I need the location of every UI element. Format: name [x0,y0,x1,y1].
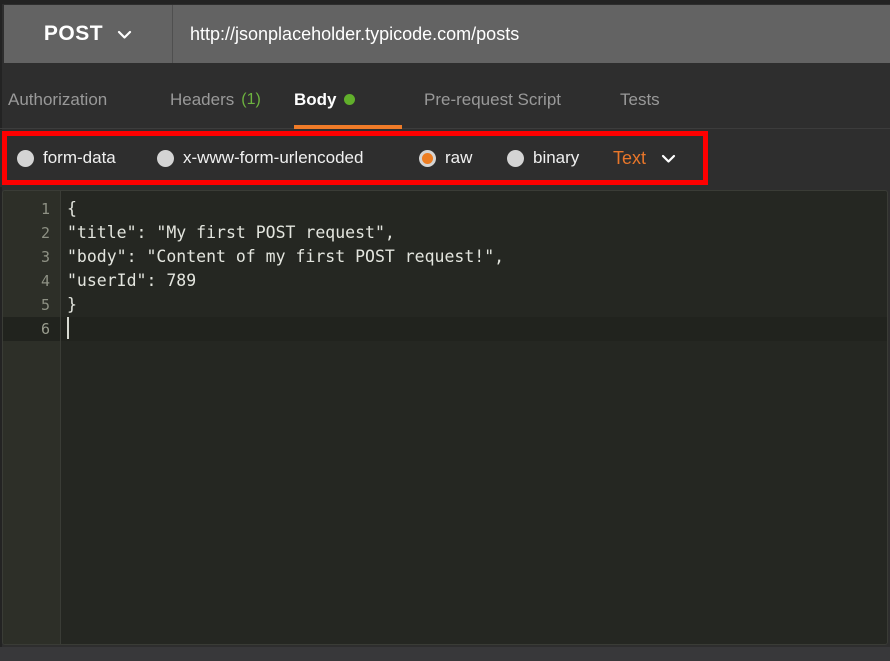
tab-authorization-label: Authorization [8,89,108,109]
chevron-down-icon [117,27,132,42]
tab-headers-count: (1) [241,90,261,108]
code-line: "body": "Content of my first POST reques… [67,247,505,266]
body-type-binary[interactable]: binary [507,143,579,173]
radio-icon[interactable] [507,149,524,167]
request-body-editor[interactable]: 1 2 3 4 5 6 { "title": "My first POST re… [2,190,888,645]
http-method-dropdown[interactable]: POST [4,5,173,63]
code-line: } [67,295,77,314]
body-type-binary-label: binary [533,148,580,167]
raw-format-dropdown[interactable]: Text [613,143,676,173]
body-type-x-www-form-urlencoded-label: x-www-form-urlencoded [183,148,364,167]
editor-line-number-gutter: 1 2 3 4 5 6 [3,191,61,644]
radio-icon[interactable] [17,149,34,167]
tab-headers-label: Headers [170,89,235,109]
tab-pre-request-script-label: Pre-request Script [424,89,561,109]
code-line: "title": "My first POST request", [67,223,395,242]
chevron-down-icon [661,151,676,166]
body-type-x-www-form-urlencoded[interactable]: x-www-form-urlencoded [157,143,363,173]
body-modified-dot-icon [343,94,355,105]
request-bar: POST http://jsonplaceholder.typicode.com… [4,5,890,63]
line-number: 3 [40,248,50,266]
code-line: "userId": 789 [67,271,197,290]
line-number: 4 [40,272,50,290]
body-type-form-data[interactable]: form-data [17,143,116,173]
line-number-active: 6 [3,317,60,341]
tab-body-label: Body [294,89,337,109]
http-method-label: POST [43,22,104,45]
raw-format-value: Text [613,147,647,168]
radio-selected-icon[interactable] [419,149,436,167]
radio-icon[interactable] [157,149,174,167]
body-type-raw[interactable]: raw [419,143,472,173]
active-tab-underline [294,125,402,129]
tab-authorization[interactable]: Authorization [8,70,156,129]
line-number: 5 [40,296,50,314]
code-line: { [67,199,77,218]
window-top-edge [0,0,890,4]
request-tabs: Authorization Headers (1) Body Pre-reque… [0,70,890,129]
tab-headers[interactable]: Headers (1) [170,70,282,129]
body-type-raw-label: raw [445,148,473,167]
tab-tests[interactable]: Tests [620,70,664,129]
code-line-active [61,317,887,341]
tab-pre-request-script[interactable]: Pre-request Script [424,70,576,129]
text-cursor [67,317,69,339]
tab-body[interactable]: Body [294,70,402,129]
url-text: http://jsonplaceholder.typicode.com/post… [190,23,520,44]
body-type-form-data-label: form-data [43,148,116,167]
url-input[interactable]: http://jsonplaceholder.typicode.com/post… [173,5,890,63]
postman-request-builder: POST http://jsonplaceholder.typicode.com… [0,0,890,661]
tab-tests-label: Tests [620,89,660,109]
body-type-row: form-data x-www-form-urlencoded raw bina… [0,130,890,187]
status-bar [0,647,890,661]
editor-code-area[interactable]: { "title": "My first POST request", "bod… [61,191,887,644]
line-number: 2 [40,224,50,242]
line-number: 1 [40,200,50,218]
